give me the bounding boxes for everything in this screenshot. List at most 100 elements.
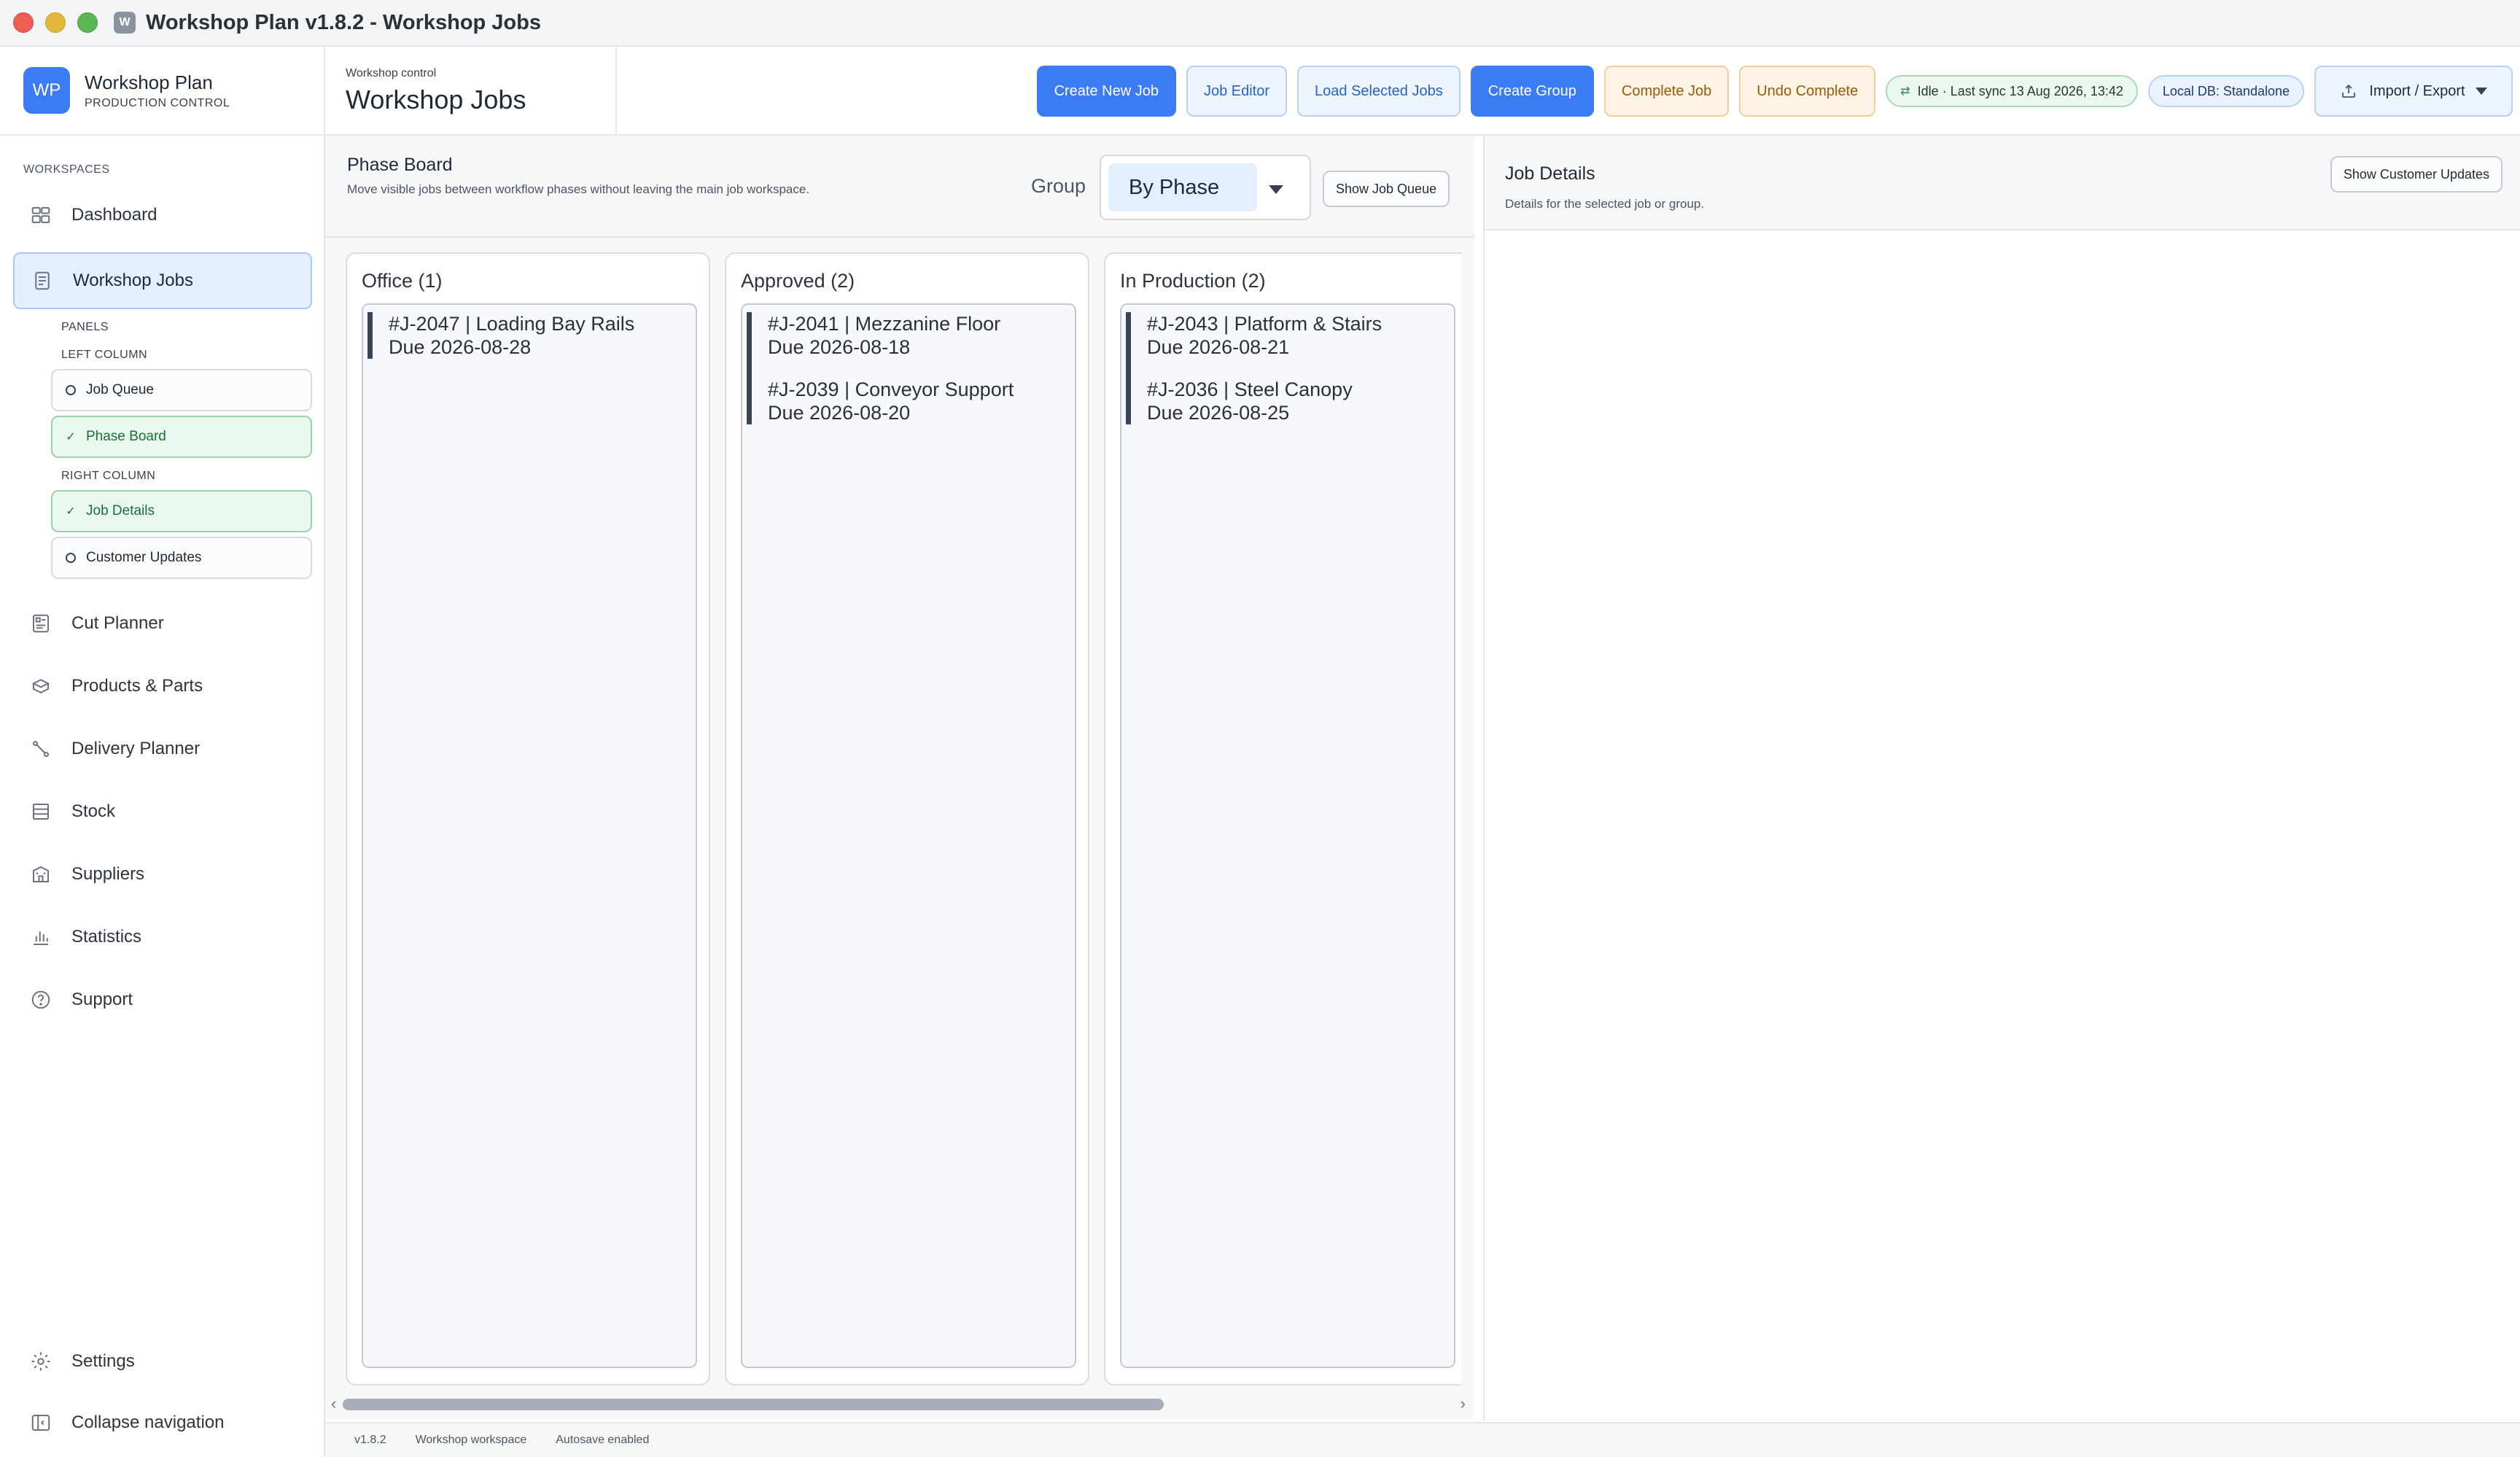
group-select[interactable]: By Phase [1100, 155, 1311, 220]
checkmark-icon: ✓ [66, 431, 76, 443]
phase-columns: Office (1) #J-2047 | Loading Bay Rails D… [346, 252, 1461, 1386]
phase-column-in-production: In Production (2) #J-2043 | Platform & S… [1104, 252, 1461, 1386]
scroll-right-icon[interactable]: › [1461, 1394, 1466, 1413]
undo-complete-button[interactable]: Undo Complete [1739, 66, 1876, 117]
close-window-button[interactable] [13, 12, 34, 33]
route-icon [29, 737, 52, 761]
phase-column-title: Approved (2) [741, 270, 855, 292]
sidebar-item-products-parts[interactable]: Products & Parts [13, 658, 312, 715]
job-card-title: #J-2036 | Steel Canopy [1147, 378, 1353, 400]
window-title: Workshop Plan v1.8.2 - Workshop Jobs [146, 10, 541, 34]
job-details-subtitle: Details for the selected job or group. [1505, 197, 1705, 211]
sidebar-item-label: Stock [71, 801, 116, 821]
panel-toggle-label: Job Details [86, 503, 155, 518]
sidebar-item-label: Suppliers [71, 864, 145, 884]
job-card[interactable]: #J-2041 | Mezzanine Floor Due 2026-08-18 [768, 312, 1075, 359]
sync-status-badge: ⇄ Idle · Last sync 13 Aug 2026, 13:42 [1886, 75, 2138, 107]
phase-column-dropzone[interactable]: #J-2041 | Mezzanine Floor Due 2026-08-18… [741, 303, 1076, 1368]
minimize-window-button[interactable] [45, 12, 66, 33]
stock-icon [29, 800, 52, 823]
sidebar-item-label: Support [71, 990, 133, 1009]
brand-name: Workshop Plan [85, 71, 213, 93]
sync-icon: ⇄ [1900, 85, 1910, 98]
job-card[interactable]: #J-2047 | Loading Bay Rails Due 2026-08-… [368, 312, 696, 359]
checkmark-icon: ✓ [66, 505, 76, 518]
job-group: #J-2041 | Mezzanine Floor Due 2026-08-18… [747, 312, 1075, 424]
job-details-title: Job Details [1505, 163, 1595, 184]
import-export-button[interactable]: Import / Export [2314, 66, 2513, 117]
scroll-left-icon[interactable]: ‹ [331, 1394, 336, 1413]
job-card[interactable]: #J-2036 | Steel Canopy Due 2026-08-25 [1147, 378, 1454, 424]
unchecked-circle-icon [66, 553, 76, 563]
parts-icon [29, 675, 52, 698]
sidebar-item-delivery-planner[interactable]: Delivery Planner [13, 720, 312, 777]
job-card-due: Due 2026-08-25 [1147, 402, 1290, 424]
collapse-navigation-button[interactable]: Collapse navigation [13, 1394, 312, 1451]
panel-toggle-customer-updates[interactable]: Customer Updates [51, 537, 312, 579]
app-icon: W [114, 12, 136, 34]
chevron-down-icon [1269, 185, 1283, 194]
phase-column-dropzone[interactable]: #J-2043 | Platform & Stairs Due 2026-08-… [1120, 303, 1455, 1368]
sidebar-item-label: Delivery Planner [71, 739, 201, 758]
horizontal-scrollbar[interactable]: ‹ › [325, 1391, 1474, 1413]
create-group-button[interactable]: Create Group [1470, 66, 1594, 117]
help-icon [29, 988, 52, 1011]
sync-status-text: Idle · Last sync 13 Aug 2026, 13:42 [1917, 83, 2123, 98]
brand-subtitle: PRODUCTION CONTROL [85, 96, 230, 109]
sidebar-collapse-icon [29, 1411, 52, 1434]
sidebar-item-label: Products & Parts [71, 676, 203, 696]
sidebar-item-label: Statistics [71, 927, 142, 947]
complete-job-button[interactable]: Complete Job [1603, 66, 1730, 117]
panel-toggle-job-queue[interactable]: Job Queue [51, 369, 312, 411]
job-card-title: #J-2039 | Conveyor Support [768, 378, 1014, 400]
app-window: W Workshop Plan v1.8.2 - Workshop Jobs W… [0, 0, 2520, 1457]
bar-chart-icon [29, 925, 52, 949]
sidebar-item-statistics[interactable]: Statistics [13, 909, 312, 965]
settings-button[interactable]: Settings [13, 1333, 312, 1390]
phase-column-dropzone[interactable]: #J-2047 | Loading Bay Rails Due 2026-08-… [362, 303, 697, 1368]
building-icon [29, 863, 52, 886]
show-customer-updates-button[interactable]: Show Customer Updates [2330, 156, 2502, 193]
phase-column-title: Office (1) [362, 270, 443, 292]
job-editor-button[interactable]: Job Editor [1186, 66, 1288, 117]
window-controls [13, 12, 98, 33]
sidebar-item-workshop-jobs[interactable]: Workshop Jobs [13, 252, 312, 309]
group-select-value: By Phase [1108, 163, 1257, 211]
job-card-title: #J-2041 | Mezzanine Floor [768, 313, 1001, 335]
job-card-title: #J-2043 | Platform & Stairs [1147, 313, 1382, 335]
job-card[interactable]: #J-2043 | Platform & Stairs Due 2026-08-… [1147, 312, 1454, 359]
job-group: #J-2043 | Platform & Stairs Due 2026-08-… [1126, 312, 1454, 424]
page-header: Workshop control Workshop Jobs Create Ne… [325, 47, 2520, 136]
breadcrumb: Workshop control Workshop Jobs [325, 47, 617, 136]
group-label: Group [1031, 175, 1086, 197]
version-label: v1.8.2 [354, 1434, 386, 1446]
load-selected-jobs-button[interactable]: Load Selected Jobs [1297, 66, 1461, 117]
job-card-title: #J-2047 | Loading Bay Rails [389, 313, 635, 335]
sidebar-item-stock[interactable]: Stock [13, 783, 312, 840]
autosave-label: Autosave enabled [556, 1434, 650, 1446]
panel-toggle-label: Customer Updates [86, 550, 202, 565]
job-card[interactable]: #J-2039 | Conveyor Support Due 2026-08-2… [768, 378, 1075, 424]
maximize-window-button[interactable] [77, 12, 98, 33]
job-card-due: Due 2026-08-21 [1147, 336, 1290, 358]
breadcrumb-text: Workshop control [346, 67, 437, 79]
page-title: Workshop Jobs [346, 85, 526, 114]
show-job-queue-button[interactable]: Show Job Queue [1323, 171, 1450, 207]
brand-logo: WP [23, 67, 70, 114]
create-new-job-button[interactable]: Create New Job [1036, 66, 1176, 117]
sidebar-item-support[interactable]: Support [13, 971, 312, 1028]
sidebar-item-cut-planner[interactable]: Cut Planner [13, 595, 312, 652]
status-bar: v1.8.2 Workshop workspace Autosave enabl… [325, 1422, 2520, 1457]
workspace-label: Workshop workspace [415, 1434, 527, 1446]
sidebar-item-suppliers[interactable]: Suppliers [13, 846, 312, 903]
panel-toggle-phase-board[interactable]: ✓ Phase Board [51, 416, 312, 458]
database-status-badge: Local DB: Standalone [2147, 75, 2304, 107]
toolbar: Create New Job Job Editor Load Selected … [1036, 66, 2513, 117]
job-card-due: Due 2026-08-18 [768, 336, 911, 358]
panels-heading: PANELS [61, 321, 109, 333]
workspaces-label: WORKSPACES [23, 163, 110, 176]
dashboard-icon [29, 203, 52, 227]
scrollbar-thumb[interactable] [343, 1399, 1164, 1410]
panel-toggle-job-details[interactable]: ✓ Job Details [51, 490, 312, 532]
sidebar-item-dashboard[interactable]: Dashboard [13, 187, 312, 244]
